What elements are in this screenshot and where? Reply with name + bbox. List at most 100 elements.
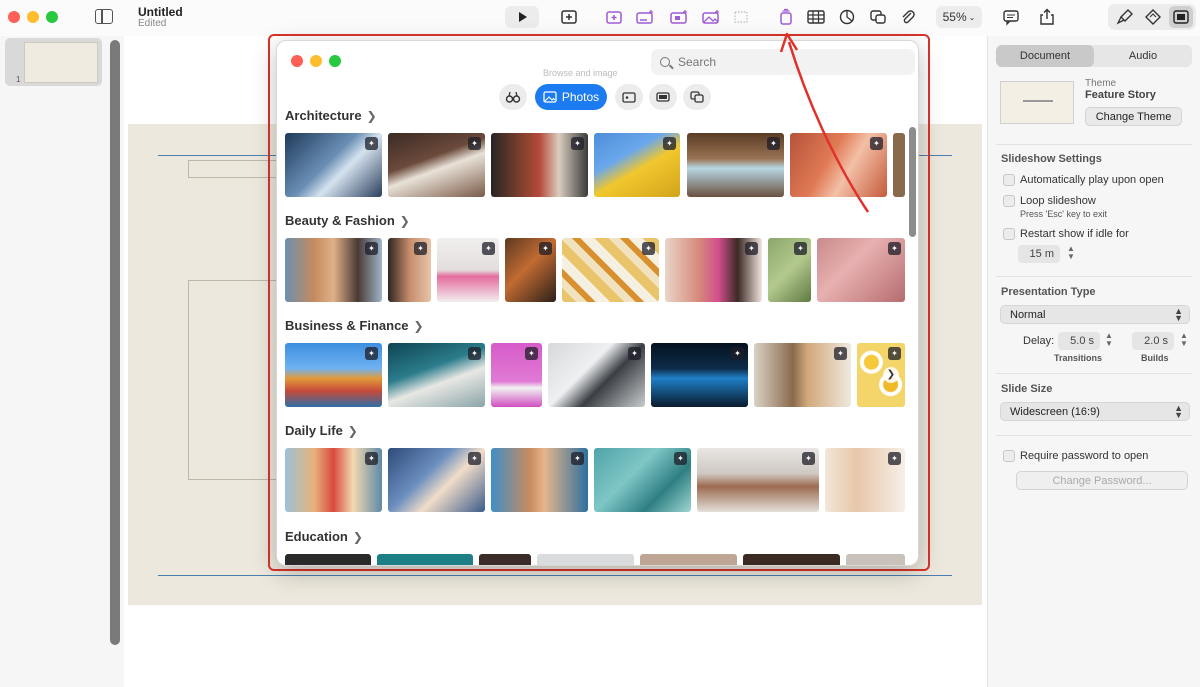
add-slide-button[interactable] xyxy=(558,6,580,28)
photo-thumbnail[interactable] xyxy=(893,133,905,197)
photo-thumbnail[interactable] xyxy=(846,554,905,565)
sidebar-toggle-icon[interactable] xyxy=(95,9,113,24)
photo-thumbnail[interactable]: ✦ xyxy=(388,448,485,512)
transitions-delay-stepper[interactable]: ▲ ▼ xyxy=(1104,332,1114,350)
photo-thumbnail[interactable]: ✦ xyxy=(285,343,382,407)
category-daily-life[interactable]: Daily Life ❯ xyxy=(285,423,358,438)
chevron-right-icon[interactable]: ❯ xyxy=(883,367,899,383)
minimize-window-button[interactable] xyxy=(27,11,39,23)
slide-size-value: Widescreen (16:9) xyxy=(1010,405,1100,418)
slide-title-box[interactable] xyxy=(188,160,278,178)
slide-size-heading: Slide Size xyxy=(1001,383,1053,395)
table-button[interactable] xyxy=(806,6,826,28)
photo-thumbnail[interactable]: ✦ xyxy=(285,238,382,302)
zoom-window-button[interactable] xyxy=(46,11,58,23)
category-education[interactable]: Education ❯ xyxy=(285,529,363,544)
media-button[interactable] xyxy=(898,6,918,28)
photo-thumbnail[interactable]: ✦ xyxy=(817,238,905,302)
search-placeholder: Search xyxy=(678,55,717,69)
picker-search-field[interactable]: Search xyxy=(651,49,915,75)
require-password-checkbox[interactable] xyxy=(1003,450,1015,462)
photo-thumbnail[interactable] xyxy=(285,554,371,565)
insert-grid-button[interactable] xyxy=(731,6,751,28)
photo-thumbnail[interactable]: ✦ xyxy=(697,448,819,512)
photo-thumbnail[interactable]: ✦ xyxy=(437,238,499,302)
photo-thumbnail[interactable] xyxy=(537,554,634,565)
tab-photos[interactable]: Photos xyxy=(535,84,607,110)
share-button[interactable] xyxy=(1037,6,1057,28)
category-architecture[interactable]: Architecture ❯ xyxy=(285,108,377,123)
photo-thumbnail[interactable]: ✦ xyxy=(285,133,382,197)
photo-thumbnail[interactable]: ✦ xyxy=(790,133,887,197)
insert-image-button[interactable] xyxy=(700,6,722,28)
photo-thumbnail[interactable]: ✦ xyxy=(594,133,680,197)
auto-play-checkbox[interactable] xyxy=(1003,174,1015,186)
photo-thumbnail[interactable]: ✦ xyxy=(491,133,588,197)
picker-minimize-button[interactable] xyxy=(310,55,322,67)
tab-videos[interactable] xyxy=(615,84,643,110)
photo-thumbnail[interactable] xyxy=(479,554,531,565)
media-library-button[interactable] xyxy=(776,6,796,28)
tab-backgrounds[interactable] xyxy=(649,84,677,110)
zoom-menu[interactable]: 55% ⌄ xyxy=(936,6,982,28)
photo-thumbnail[interactable]: ✦ xyxy=(388,343,485,407)
insert-shape-button[interactable] xyxy=(668,6,690,28)
tab-shapes[interactable] xyxy=(683,84,711,110)
star-badge-icon: ✦ xyxy=(365,242,378,255)
photo-thumbnail[interactable]: ✦ xyxy=(687,133,784,197)
photo-thumbnail[interactable]: ✦ xyxy=(505,238,556,302)
photo-thumbnail[interactable]: ✦ xyxy=(548,343,645,407)
category-business-finance[interactable]: Business & Finance ❯ xyxy=(285,318,424,333)
photo-thumbnail[interactable]: ✦ xyxy=(562,238,659,302)
category-beauty-fashion[interactable]: Beauty & Fashion ❯ xyxy=(285,213,410,228)
star-badge-icon: ✦ xyxy=(794,242,807,255)
slide-thumbnail[interactable] xyxy=(24,42,98,83)
photo-thumbnail[interactable]: ✦ xyxy=(388,238,431,302)
document-inspector-button[interactable] xyxy=(1169,6,1193,28)
insert-text-button[interactable] xyxy=(634,6,656,28)
photo-thumbnail[interactable]: ✦ xyxy=(388,133,485,197)
chart-button[interactable] xyxy=(837,6,857,28)
idle-time-stepper[interactable]: ▲ ▼ xyxy=(1066,245,1076,263)
play-button[interactable] xyxy=(505,6,539,28)
binoculars-icon xyxy=(505,91,521,103)
photo-thumbnail[interactable]: ✦ xyxy=(665,238,762,302)
photo-thumbnail[interactable]: ✦ xyxy=(491,343,542,407)
shape-button[interactable] xyxy=(868,6,888,28)
tab-audio[interactable]: Audio xyxy=(1094,45,1192,67)
insert-slide-button[interactable] xyxy=(603,6,625,28)
presentation-type-select[interactable]: Normal ▲ ▼ xyxy=(1000,305,1190,324)
comment-button[interactable] xyxy=(1001,6,1021,28)
change-password-button[interactable]: Change Password... xyxy=(1016,471,1188,490)
picker-scrollbar[interactable] xyxy=(909,127,916,237)
slide-body-box[interactable] xyxy=(188,280,278,480)
tab-document[interactable]: Document xyxy=(996,45,1094,67)
idle-time-field[interactable]: 15 m xyxy=(1018,245,1060,263)
picker-close-button[interactable] xyxy=(291,55,303,67)
photo-thumbnail[interactable]: ✦ xyxy=(754,343,851,407)
photo-thumbnail[interactable] xyxy=(640,554,737,565)
builds-delay-field[interactable]: 2.0 s xyxy=(1132,332,1174,350)
format-button[interactable] xyxy=(1115,6,1135,28)
theme-thumbnail[interactable] xyxy=(1000,81,1074,124)
change-theme-button[interactable]: Change Theme xyxy=(1085,107,1182,126)
navigator-scrollbar[interactable] xyxy=(110,40,120,645)
picker-zoom-button[interactable] xyxy=(329,55,341,67)
photo-thumbnail[interactable]: ✦ xyxy=(651,343,748,407)
loop-slideshow-checkbox[interactable] xyxy=(1003,195,1015,207)
photo-thumbnail[interactable]: ✦ xyxy=(594,448,691,512)
photo-thumbnail[interactable]: ✦ xyxy=(768,238,811,302)
close-window-button[interactable] xyxy=(8,11,20,23)
animate-button[interactable] xyxy=(1143,6,1163,28)
restart-idle-checkbox[interactable] xyxy=(1003,228,1015,240)
photo-thumbnail[interactable]: ✦ xyxy=(285,448,382,512)
slide-size-select[interactable]: Widescreen (16:9) ▲ ▼ xyxy=(1000,402,1190,421)
transitions-delay-field[interactable]: 5.0 s xyxy=(1058,332,1100,350)
photo-thumbnail[interactable]: ✦ xyxy=(491,448,588,512)
document-panel-icon xyxy=(1173,10,1189,24)
tab-binoculars[interactable] xyxy=(499,84,527,110)
photo-thumbnail[interactable]: ✦ xyxy=(825,448,905,512)
photo-thumbnail[interactable] xyxy=(377,554,473,565)
builds-delay-stepper[interactable]: ▲ ▼ xyxy=(1179,332,1189,350)
photo-thumbnail[interactable] xyxy=(743,554,840,565)
